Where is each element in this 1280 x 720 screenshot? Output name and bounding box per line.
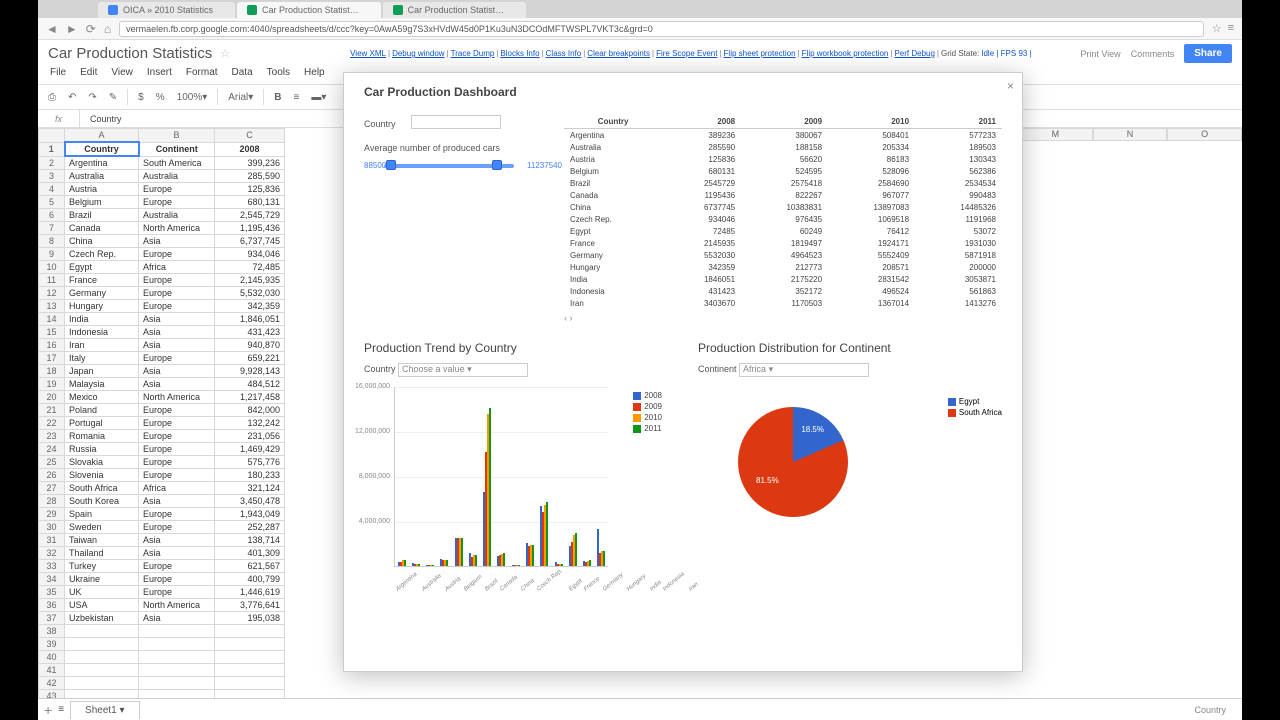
filter-country-input[interactable] [411, 115, 501, 129]
col-header[interactable]: M [1018, 128, 1093, 141]
formula-input[interactable]: Country [80, 114, 122, 124]
zoom-select[interactable]: 100% ▾ [175, 90, 210, 105]
browser-tab[interactable]: OICA » 2010 Statistics [98, 2, 235, 18]
menu-edit[interactable]: Edit [80, 67, 97, 78]
range-slider[interactable]: 88500 11237540 [364, 159, 534, 173]
menu-data[interactable]: Data [232, 67, 253, 78]
bold-button[interactable]: B [272, 90, 283, 105]
menu-format[interactable]: Format [186, 67, 218, 78]
menu-icon[interactable]: ≡ [1228, 22, 1234, 35]
sheet-tab-bar: + ≡ Sheet1 ▾ Country [38, 698, 1242, 720]
menu-tools[interactable]: Tools [267, 67, 290, 78]
forward-icon[interactable]: ► [66, 22, 78, 36]
share-button[interactable]: Share [1184, 44, 1232, 63]
redo-icon[interactable]: ↷ [86, 90, 98, 105]
comments-button[interactable]: Comments [1131, 49, 1175, 59]
address-bar: ◄ ► ⟳ ⌂ ☆ ≡ [38, 18, 1242, 40]
fx-icon: fx [38, 110, 80, 127]
sheet-tab[interactable]: Sheet1 ▾ [70, 701, 140, 719]
dev-links: View XML | Debug window | Trace Dump | B… [350, 49, 1032, 58]
add-sheet-icon[interactable]: + [44, 702, 52, 718]
printview-link[interactable]: Print View [1080, 49, 1120, 59]
menu-file[interactable]: File [50, 67, 66, 78]
close-icon[interactable]: × [1007, 79, 1014, 93]
doc-star-icon[interactable]: ☆ [220, 47, 230, 60]
currency-button[interactable]: $ [136, 90, 146, 105]
all-sheets-icon[interactable]: ≡ [58, 704, 64, 715]
trend-chart-title: Production Trend by Country [364, 341, 668, 355]
slider-thumb-max[interactable] [492, 160, 502, 170]
reload-icon[interactable]: ⟳ [86, 22, 96, 36]
star-icon[interactable]: ☆ [1212, 22, 1222, 35]
slider-thumb-min[interactable] [386, 160, 396, 170]
pie-legend: Egypt South Africa [948, 397, 1002, 419]
url-input[interactable] [119, 21, 1204, 37]
col-header[interactable]: N [1093, 128, 1168, 141]
chart-legend: 2008 2009 2010 2011 [633, 391, 662, 435]
menu-insert[interactable]: Insert [147, 67, 172, 78]
browser-tabs: OICA » 2010 Statistics Car Production St… [38, 0, 1242, 18]
doc-title[interactable]: Car Production Statistics [48, 45, 212, 62]
print-icon[interactable]: ⎙ [46, 90, 58, 105]
browser-tab-active[interactable]: Car Production Statist… [237, 2, 381, 18]
trend-bar-chart: 16,000,000 12,000,000 8,000,000 4,000,00… [394, 387, 608, 567]
paint-icon[interactable]: ✎ [107, 90, 119, 105]
table-pager[interactable]: ‹ › [564, 313, 1002, 323]
fill-color-icon[interactable]: ▬▾ [309, 90, 328, 105]
undo-icon[interactable]: ↶ [66, 90, 78, 105]
trend-country-select[interactable]: Choose a value ▾ [398, 363, 528, 377]
align-button[interactable]: ≡ [292, 90, 302, 105]
home-icon[interactable]: ⌂ [104, 22, 111, 36]
footer-status: Country [1194, 705, 1236, 715]
modal-title: Car Production Dashboard [344, 73, 1022, 105]
filter-country-label: Country [364, 119, 408, 129]
pie-chart: 18.5% 81.5% Egypt South Africa [698, 407, 1002, 587]
continent-select[interactable]: Africa ▾ [739, 363, 869, 377]
menu-view[interactable]: View [111, 67, 133, 78]
dist-chart-title: Production Distribution for Continent [698, 341, 1002, 355]
percent-button[interactable]: % [154, 90, 167, 105]
dashboard-modal: × Car Production Dashboard Country Avera… [343, 72, 1023, 672]
font-select[interactable]: Arial ▾ [226, 90, 255, 105]
menu-help[interactable]: Help [304, 67, 325, 78]
col-header[interactable]: O [1167, 128, 1242, 141]
back-icon[interactable]: ◄ [46, 22, 58, 36]
avg-label: Average number of produced cars [364, 143, 534, 153]
browser-tab[interactable]: Car Production Statist… [383, 2, 527, 18]
dashboard-table: Country2008200920102011 Argentina3892363… [564, 115, 1002, 309]
